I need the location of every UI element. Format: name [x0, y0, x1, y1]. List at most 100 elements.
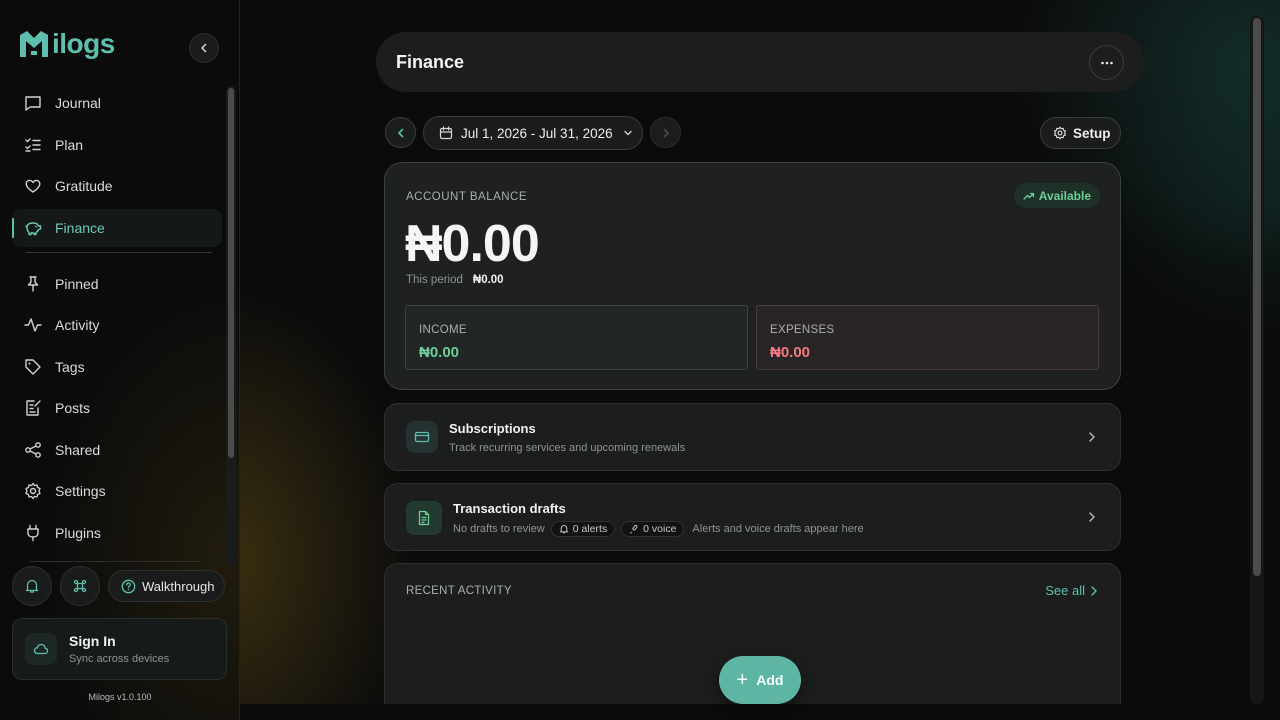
- transaction-drafts-title: Transaction drafts: [453, 501, 566, 516]
- cloud-icon-wrap: [25, 633, 57, 665]
- command-palette-button[interactable]: [60, 566, 100, 606]
- credit-card-icon: [414, 431, 430, 443]
- plus-icon: +: [736, 668, 749, 691]
- expenses-box[interactable]: EXPENSES ₦0.00: [756, 305, 1099, 370]
- page-title: Finance: [396, 51, 465, 72]
- checklist-icon: [25, 137, 41, 152]
- sidebar-item-label: Pinned: [55, 275, 99, 292]
- sidebar-item-label: Journal: [55, 95, 101, 111]
- chevron-right-icon: [663, 128, 669, 137]
- sidebar-item-tags[interactable]: Tags: [12, 348, 222, 386]
- account-balance-card: ACCOUNT BALANCE Available ₦0.00 This per…: [384, 162, 1121, 390]
- sign-in-subtitle: Sync across devices: [69, 653, 170, 665]
- bottom-edge: [240, 704, 1280, 720]
- sidebar-item-label: Plan: [55, 136, 84, 153]
- file-text-icon: [418, 510, 430, 526]
- setup-button[interactable]: Setup: [1040, 117, 1121, 149]
- next-period-button[interactable]: [650, 117, 681, 148]
- sidebar-item-label: Shared: [55, 441, 101, 458]
- sidebar-item-label: Posts: [55, 400, 91, 416]
- tag-icon: [25, 358, 41, 375]
- trending-up-icon: [1023, 192, 1034, 200]
- sidebar-scrollbar-thumb[interactable]: [228, 88, 234, 458]
- more-options-button[interactable]: [1089, 45, 1124, 80]
- subscriptions-card[interactable]: Subscriptions Track recurring services a…: [384, 403, 1121, 471]
- sidebar-bottom-divider: [30, 561, 200, 562]
- alerts-count: 0 alerts: [572, 523, 608, 535]
- transaction-drafts-card[interactable]: Transaction drafts No drafts to review 0…: [384, 483, 1121, 551]
- piggy-bank-icon: [25, 221, 42, 235]
- sidebar-nav: Journal Plan Gratitude Finance Pinned Ac…: [12, 84, 222, 555]
- sidebar-item-plan[interactable]: Plan: [12, 126, 222, 164]
- drafts-note: Alerts and voice drafts appear here: [692, 523, 864, 535]
- sidebar-item-journal[interactable]: Journal: [12, 84, 222, 122]
- nav-divider: [26, 251, 212, 253]
- app-logo[interactable]: ilogs: [18, 28, 115, 60]
- bell-icon: [25, 579, 39, 593]
- help-circle-icon: [121, 579, 136, 593]
- gear-icon: [1054, 126, 1066, 140]
- chevron-down-icon: [623, 130, 632, 136]
- share-icon: [25, 441, 41, 458]
- income-value: ₦0.00: [419, 344, 460, 361]
- chevron-right-icon: [1091, 585, 1097, 596]
- pin-icon: [27, 275, 39, 292]
- logo-text: ilogs: [52, 28, 115, 59]
- transaction-drafts-subtitle: No drafts to review 0 alerts 0 voice Ale…: [453, 521, 864, 537]
- sidebar-item-plugins[interactable]: Plugins: [12, 514, 222, 552]
- logo-mark-icon: [20, 31, 48, 57]
- sidebar-item-label: Settings: [55, 483, 106, 499]
- app-version: Milogs v1.0.100: [88, 692, 152, 702]
- walkthrough-label: Walkthrough: [142, 578, 215, 594]
- expenses-value: ₦0.00: [770, 344, 811, 361]
- previous-period-button[interactable]: [385, 117, 416, 148]
- heart-icon: [25, 179, 41, 193]
- sidebar-item-finance[interactable]: Finance: [12, 208, 222, 247]
- see-all-label: See all: [1045, 583, 1085, 598]
- credit-card-icon-wrap: [406, 421, 438, 453]
- sidebar: ilogs Journal Plan Gratitude Finance Pin…: [0, 0, 240, 720]
- walkthrough-button[interactable]: Walkthrough: [108, 570, 225, 602]
- cloud-icon: [33, 643, 49, 655]
- sidebar-item-shared[interactable]: Shared: [12, 431, 222, 469]
- sidebar-item-label: Plugins: [55, 524, 101, 541]
- chat-bubble-icon: [25, 96, 41, 111]
- chevron-right-icon: [1089, 432, 1095, 442]
- alerts-count-badge: 0 alerts: [550, 521, 616, 537]
- sidebar-item-label: Finance: [55, 219, 105, 236]
- sidebar-item-posts[interactable]: Posts: [12, 389, 222, 427]
- income-label: INCOME: [419, 324, 467, 336]
- command-icon: [73, 579, 87, 593]
- date-range-picker[interactable]: Jul 1, 2026 - Jul 31, 2026: [423, 116, 643, 150]
- page-header: Finance: [376, 32, 1144, 92]
- status-badge-label: Available: [1038, 188, 1091, 203]
- voice-count: 0 voice: [643, 523, 677, 535]
- recent-activity-title: RECENT ACTIVITY: [406, 585, 512, 597]
- subscriptions-subtitle: Track recurring services and upcoming re…: [449, 442, 686, 454]
- bell-icon: [559, 525, 568, 534]
- edit-doc-icon: [26, 400, 41, 416]
- account-balance-label: ACCOUNT BALANCE: [406, 191, 528, 203]
- sidebar-item-activity[interactable]: Activity: [12, 306, 222, 344]
- calendar-icon: [439, 126, 453, 140]
- add-label: Add: [756, 672, 784, 688]
- main-scrollbar-thumb[interactable]: [1253, 18, 1261, 576]
- notifications-button[interactable]: [12, 566, 52, 606]
- expenses-label: EXPENSES: [770, 324, 835, 336]
- chevron-left-icon: [397, 128, 403, 137]
- see-all-link[interactable]: See all: [1045, 583, 1098, 598]
- chevron-left-icon: [201, 43, 207, 53]
- period-amount: ₦0.00: [472, 274, 504, 286]
- sign-in-title: Sign In: [69, 633, 116, 649]
- sign-in-card[interactable]: Sign In Sync across devices: [12, 618, 227, 680]
- sidebar-item-settings[interactable]: Settings: [12, 472, 222, 510]
- date-range-label: Jul 1, 2026 - Jul 31, 2026: [461, 125, 613, 141]
- sidebar-item-pinned[interactable]: Pinned: [12, 265, 222, 303]
- chevron-right-icon: [1089, 512, 1095, 522]
- add-button[interactable]: + Add: [719, 656, 801, 704]
- subscriptions-title: Subscriptions: [449, 421, 536, 436]
- collapse-sidebar-button[interactable]: [189, 33, 219, 63]
- income-box[interactable]: INCOME ₦0.00: [405, 305, 748, 370]
- main-scrollbar-track[interactable]: [1250, 16, 1264, 704]
- sidebar-item-gratitude[interactable]: Gratitude: [12, 167, 222, 205]
